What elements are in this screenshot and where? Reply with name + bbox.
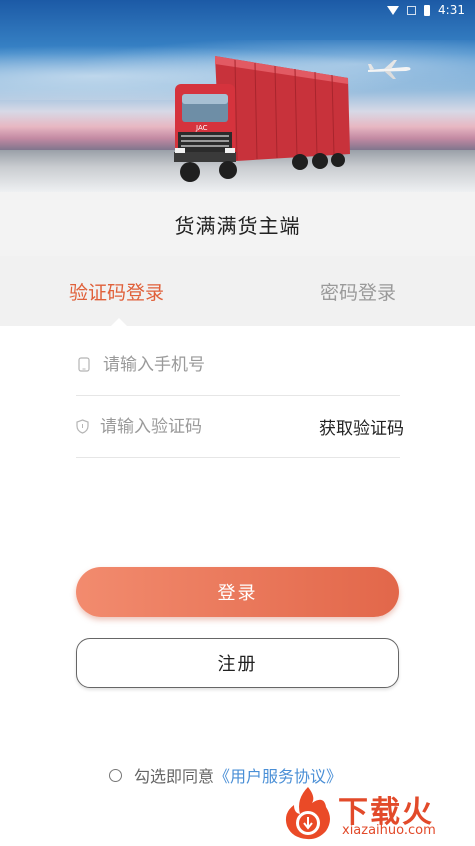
login-button[interactable]: 登录 xyxy=(76,567,399,617)
agreement-radio[interactable] xyxy=(109,768,122,782)
tab-code-login[interactable]: 验证码登录 xyxy=(0,256,233,326)
status-bar: 4:31 xyxy=(0,0,475,20)
phone-input[interactable] xyxy=(103,349,400,380)
get-code-button[interactable]: 获取验证码 xyxy=(319,414,404,439)
watermark: 下载火 xiazaihuo.com xyxy=(282,783,472,845)
tab-active-indicator xyxy=(111,318,127,326)
phone-icon xyxy=(76,357,92,373)
register-button[interactable]: 注册 xyxy=(76,638,399,688)
airplane-icon xyxy=(368,60,411,79)
wifi-icon xyxy=(387,5,400,15)
login-form: 获取验证码 登录 注册 勾选即同意 《用户服务协议》 xyxy=(0,326,475,846)
battery-icon xyxy=(424,4,431,16)
tab-password-login[interactable]: 密码登录 xyxy=(233,256,475,326)
code-field: 获取验证码 xyxy=(76,396,404,458)
agreement-prefix: 勾选即同意 xyxy=(134,767,215,786)
truck-image: JAC xyxy=(174,56,350,182)
flame-logo-icon xyxy=(285,787,330,840)
app-title: 货满满货主端 xyxy=(0,192,475,256)
svg-text:JAC: JAC xyxy=(195,124,208,132)
signal-icon xyxy=(407,5,417,15)
login-tabs: 验证码登录 密码登录 xyxy=(0,256,475,326)
hero-banner: JAC 4:31 xyxy=(0,0,475,192)
shield-icon xyxy=(76,419,89,435)
phone-field xyxy=(76,334,400,396)
code-input[interactable] xyxy=(100,411,319,442)
watermark-url: xiazaihuo.com xyxy=(342,823,436,838)
status-time: 4:31 xyxy=(438,3,465,17)
